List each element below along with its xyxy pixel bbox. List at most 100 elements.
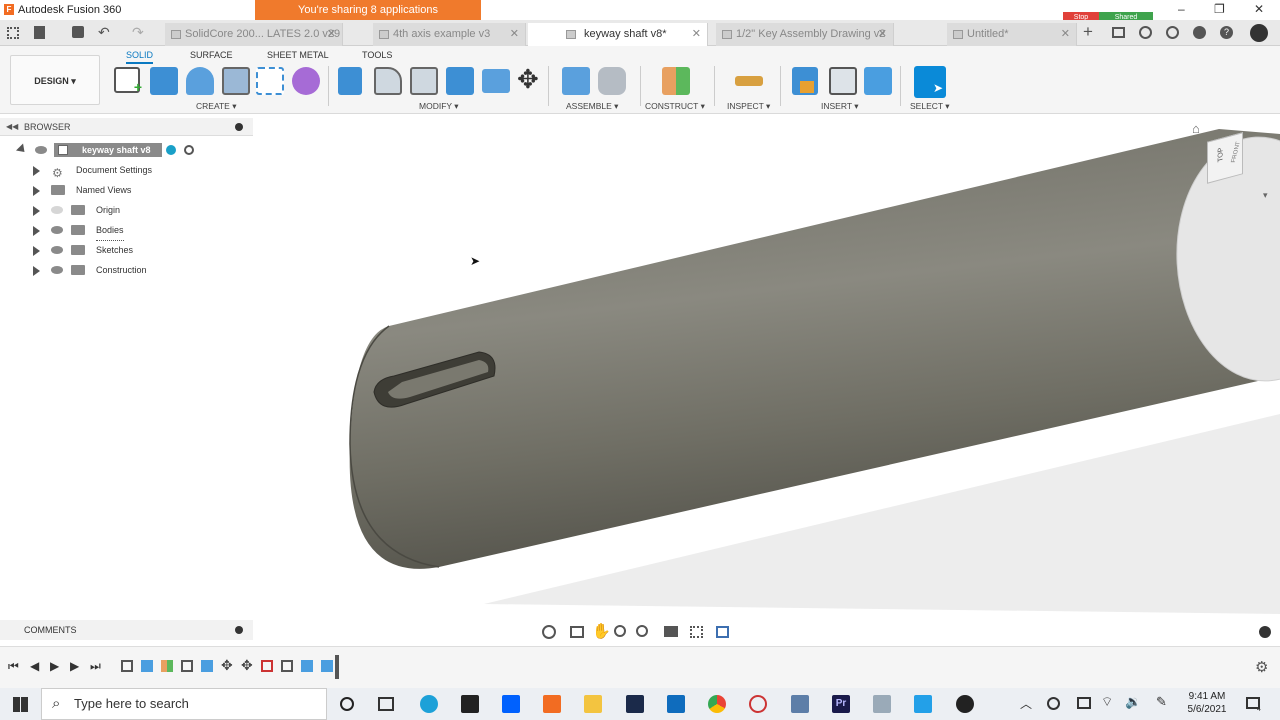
taskbar-clock[interactable]: 9:41 AM 5/6/2021 — [1184, 690, 1230, 716]
step-forward-icon[interactable]: ▶ — [70, 659, 79, 673]
tab-4th-axis[interactable]: 4th axis example v3 ✕ — [373, 23, 526, 46]
mail-icon[interactable] — [667, 695, 685, 713]
dropbox-icon[interactable] — [502, 695, 520, 713]
job-status-icon[interactable] — [1112, 27, 1125, 38]
browser-item-construction[interactable]: Construction — [0, 260, 253, 280]
timeline-combine-icon[interactable] — [261, 660, 273, 672]
timeline-extrude-icon[interactable] — [201, 660, 213, 672]
extrude-icon[interactable] — [150, 67, 178, 95]
tab-surface[interactable]: SURFACE — [190, 50, 233, 60]
joint-icon[interactable] — [598, 67, 626, 95]
paint-icon[interactable] — [873, 695, 891, 713]
browser-item-document-settings[interactable]: ⚙ Document Settings — [0, 160, 253, 180]
timeline-settings-icon[interactable]: ⚙ — [1255, 658, 1268, 676]
expand-arrow-icon[interactable] — [33, 266, 40, 276]
restore-icon[interactable]: ❐ — [1214, 2, 1225, 16]
app-icon[interactable] — [626, 695, 644, 713]
timeline-extrude-icon[interactable] — [301, 660, 313, 672]
expand-arrow-icon[interactable] — [33, 206, 40, 216]
construct-group-label[interactable]: CONSTRUCT ▾ — [645, 101, 705, 112]
task-view-icon[interactable] — [378, 697, 394, 711]
pattern-icon[interactable] — [256, 67, 284, 95]
timeline-sketch-icon[interactable] — [181, 660, 193, 672]
new-tab-icon[interactable]: + — [1083, 22, 1093, 42]
view-cube-top-face[interactable]: TOP — [1218, 146, 1225, 162]
tab-close-icon[interactable]: ✕ — [878, 23, 887, 46]
browser-pin-icon[interactable] — [235, 123, 243, 131]
tab-keyway-shaft[interactable]: keyway shaft v8* ✕ — [528, 23, 708, 46]
pen-icon[interactable]: ✎ — [1156, 694, 1167, 710]
visibility-eye-icon[interactable] — [35, 146, 47, 154]
insert-group-label[interactable]: INSERT ▾ — [821, 101, 859, 112]
zoom-icon[interactable] — [614, 625, 626, 637]
view-cube-menu-icon[interactable]: ▾ — [1263, 190, 1268, 201]
expand-arrow-icon[interactable] — [33, 246, 40, 256]
extensions-icon[interactable] — [1193, 26, 1206, 39]
expand-arrow-icon[interactable] — [33, 186, 40, 196]
browser-item-bodies[interactable]: Bodies — [0, 220, 253, 241]
visibility-eye-icon[interactable] — [51, 266, 63, 274]
step-back-icon[interactable]: ◀ — [30, 659, 39, 673]
insert-mesh-icon[interactable] — [829, 67, 857, 95]
fusion-taskbar-icon[interactable] — [543, 695, 561, 713]
create-sketch-icon[interactable]: + — [114, 67, 142, 95]
browser-root[interactable]: keyway shaft v8 — [0, 140, 253, 160]
close-icon[interactable]: ✕ — [1254, 2, 1264, 16]
grid-menu-icon[interactable] — [7, 27, 19, 39]
tab-sheet-metal[interactable]: SHEET METAL — [267, 50, 329, 60]
assemble-group-label[interactable]: ASSEMBLE ▾ — [566, 101, 618, 112]
tab-solidcore[interactable]: SolidCore 200... LATES 2.0 v29 ✕ — [165, 23, 343, 46]
app-icon[interactable] — [749, 695, 767, 713]
windows-start-icon[interactable] — [13, 697, 28, 712]
collapse-browser-icon[interactable]: ◀◀ — [6, 122, 18, 131]
marking-menu-icon[interactable] — [1259, 626, 1271, 638]
expand-arrow-icon[interactable] — [33, 166, 40, 176]
measure-icon[interactable] — [735, 76, 763, 86]
browser-item-named-views[interactable]: Named Views — [0, 180, 253, 200]
premiere-icon[interactable]: Pr — [832, 695, 850, 713]
timeline-extrude-icon[interactable] — [321, 660, 333, 672]
chamfer-icon[interactable] — [410, 67, 438, 95]
chrome-icon[interactable] — [708, 695, 726, 713]
redo-icon[interactable]: ↷ — [132, 24, 144, 41]
orbit-icon[interactable] — [542, 625, 556, 639]
undo-icon[interactable]: ↶ — [98, 24, 110, 41]
edge-browser-icon[interactable] — [420, 695, 438, 713]
insert-derive-icon[interactable] — [792, 67, 818, 95]
timeline-marker[interactable] — [335, 655, 339, 679]
pan-icon[interactable]: ✋ — [592, 622, 611, 640]
taskbar-search-input[interactable]: Type here to search — [41, 688, 327, 720]
grid-snaps-icon[interactable] — [690, 626, 703, 638]
press-pull-icon[interactable] — [338, 67, 362, 95]
tray-monitor-icon[interactable] — [1077, 697, 1091, 709]
visibility-eye-icon[interactable] — [51, 206, 63, 214]
tab-close-icon[interactable]: ✕ — [1061, 23, 1070, 46]
browser-item-origin[interactable]: Origin — [0, 200, 253, 220]
volume-icon[interactable]: 🔉 — [1125, 694, 1141, 710]
expand-arrow-icon[interactable] — [33, 226, 40, 236]
viewports-icon[interactable] — [716, 626, 729, 638]
tab-tools[interactable]: TOOLS — [362, 50, 392, 60]
timeline-move-icon[interactable]: ✥ — [221, 657, 233, 674]
visibility-eye-icon[interactable] — [51, 246, 63, 254]
tab-close-icon[interactable]: ✕ — [510, 23, 519, 46]
save-icon[interactable] — [72, 26, 84, 38]
tab-close-icon[interactable]: ✕ — [692, 23, 701, 46]
share-banner[interactable]: You're sharing 8 applications — [255, 0, 481, 20]
fit-icon[interactable] — [636, 625, 648, 637]
comments-panel[interactable]: COMMENTS — [0, 620, 253, 640]
shell-icon[interactable] — [446, 67, 474, 95]
inspect-group-label[interactable]: INSPECT ▾ — [727, 101, 770, 112]
tab-solid[interactable]: SOLID — [126, 50, 154, 64]
combine-icon[interactable] — [482, 69, 510, 93]
store-icon[interactable] — [461, 695, 479, 713]
timeline-extrude-icon[interactable] — [141, 660, 153, 672]
workspace-selector[interactable]: DESIGN ▾ — [10, 55, 100, 105]
help-icon[interactable]: ? — [1220, 26, 1233, 39]
vscode-icon[interactable] — [914, 695, 932, 713]
add-comment-icon[interactable] — [235, 626, 243, 634]
minimize-icon[interactable]: – — [1178, 2, 1185, 16]
visibility-eye-icon[interactable] — [51, 226, 63, 234]
wifi-icon[interactable]: ⌔ — [1101, 694, 1113, 710]
offset-plane-icon[interactable] — [662, 67, 690, 95]
